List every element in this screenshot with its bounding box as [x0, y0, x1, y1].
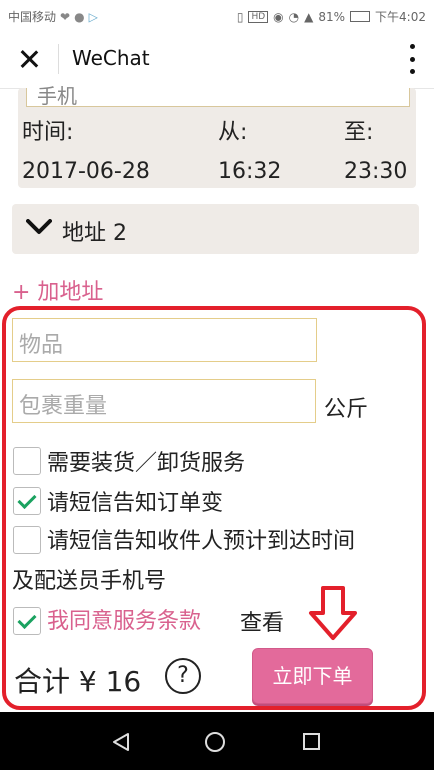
chevron-down-icon: [26, 219, 52, 234]
weight-unit-label: 公斤: [324, 397, 369, 422]
sms-order-change-checkbox[interactable]: [13, 487, 41, 515]
total-price: 合计 ¥ 16: [14, 665, 142, 698]
hd-icon: HD: [248, 10, 269, 23]
sms-recipient-label: 请短信告知收件人预计到达时间: [47, 529, 356, 554]
terms-link[interactable]: 我同意服务条款: [47, 603, 201, 635]
time-card: 手机 时间: 2017-06-28 从: 16:32 至: 23:30: [18, 84, 416, 188]
help-icon[interactable]: ?: [165, 658, 201, 694]
clock: 下午4:02: [375, 10, 426, 24]
battery-icon: [350, 11, 371, 22]
status-bar: 中国移动 ❤ ● ▷ ▯ HD ◉ ◔ ▲ 81% 下午4:02: [0, 0, 434, 32]
from-column: 从: 16:32: [218, 114, 281, 184]
place-order-button[interactable]: 立即下单: [252, 648, 373, 704]
system-nav-bar: [0, 712, 434, 770]
sms-recipient-checkbox[interactable]: [13, 526, 41, 554]
date-value[interactable]: 2017-06-28: [22, 159, 150, 184]
from-label: 从:: [218, 120, 248, 145]
sms-order-change-label: 请短信告知订单变: [47, 491, 224, 516]
to-label: 至:: [344, 120, 374, 145]
item-input[interactable]: 物品: [12, 318, 317, 362]
phone-partial-text: 手机: [37, 84, 77, 108]
wifi-icon: ◔: [288, 9, 300, 24]
eye-icon: ◉: [273, 9, 284, 24]
play-icon: ▷: [88, 9, 98, 24]
weight-input[interactable]: 包裹重量: [12, 379, 316, 423]
title-divider: [58, 44, 59, 74]
loading-service-label: 需要装货／卸货服务: [47, 451, 246, 476]
to-column: 至: 23:30: [344, 114, 407, 184]
chat-bubble-icon: ●: [74, 9, 85, 24]
address-2-label: 地址 2: [62, 221, 127, 246]
address-2-header[interactable]: 地址 2: [12, 204, 419, 254]
phone-input-partial[interactable]: 手机: [26, 84, 410, 108]
page-title: WeChat: [72, 46, 150, 70]
date-column: 时间: 2017-06-28: [22, 114, 150, 184]
more-menu-icon[interactable]: [406, 44, 418, 74]
recent-apps-icon[interactable]: [303, 733, 320, 750]
vibrate-icon: ▯: [236, 9, 244, 24]
add-address-link[interactable]: + 加地址: [12, 274, 103, 306]
home-icon[interactable]: [205, 732, 225, 752]
down-arrow-icon: [309, 586, 357, 640]
from-time-value[interactable]: 16:32: [218, 159, 281, 184]
view-terms-link[interactable]: 查看: [240, 605, 284, 637]
to-time-value[interactable]: 23:30: [344, 159, 407, 184]
close-icon[interactable]: [16, 46, 42, 72]
date-label: 时间:: [22, 120, 74, 145]
carrier-label: 中国移动: [8, 10, 57, 24]
signal-icon: ▲: [304, 9, 314, 24]
heart-icon: ❤: [60, 9, 71, 24]
sms-recipient-label-line2: 及配送员手机号: [12, 569, 167, 594]
loading-service-checkbox[interactable]: [13, 447, 41, 475]
battery-percent: 81%: [318, 9, 346, 24]
back-icon[interactable]: [112, 732, 130, 752]
agree-terms-checkbox[interactable]: [13, 607, 41, 635]
